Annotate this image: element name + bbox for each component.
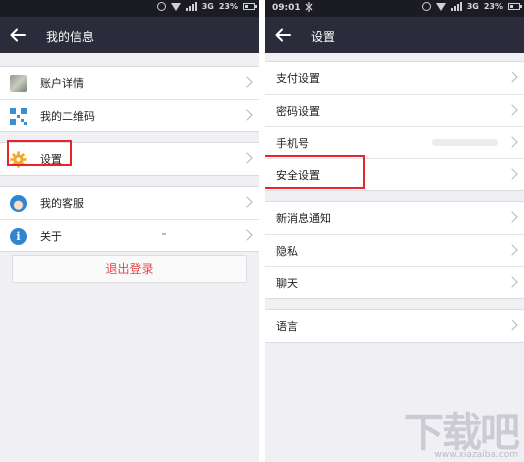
status-bar: 3G 23% bbox=[0, 0, 259, 17]
menu-item-about[interactable]: i 关于 bbox=[0, 219, 259, 251]
menu-item-label: 账户详情 bbox=[40, 77, 84, 90]
menu-item-account-details[interactable]: 账户详情 bbox=[0, 67, 259, 99]
chevron-right-icon bbox=[506, 276, 518, 288]
chevron-right-icon bbox=[506, 211, 518, 223]
chevron-right-icon bbox=[241, 229, 253, 241]
wifi-icon bbox=[435, 2, 446, 11]
menu-item-language[interactable]: 语言 bbox=[265, 310, 524, 342]
avatar-icon bbox=[10, 75, 27, 92]
menu-item-new-message-notification[interactable]: 新消息通知 bbox=[265, 202, 524, 234]
right-screen: 09:01 3G 23% 设置 支付设置 密码设置 手机号 安全设置 新消息通知… bbox=[265, 0, 524, 462]
chevron-right-icon bbox=[506, 104, 518, 116]
left-screen: 3G 23% 我的信息 账户详情 我的二维码 设置 我的客服 i 关于 退出登录 bbox=[0, 0, 259, 462]
language-group: 语言 bbox=[265, 309, 524, 343]
account-group: 账户详情 我的二维码 bbox=[0, 66, 259, 132]
chevron-right-icon bbox=[506, 319, 518, 331]
phone-number-value bbox=[432, 139, 498, 146]
menu-item-label: 语言 bbox=[276, 320, 298, 333]
back-arrow-icon[interactable] bbox=[275, 28, 291, 42]
battery-icon bbox=[243, 3, 257, 10]
menu-item-label: 新消息通知 bbox=[276, 212, 331, 225]
watermark: 下载吧 www.xiazaiba.com bbox=[358, 400, 520, 460]
menu-item-label: 密码设置 bbox=[276, 104, 320, 118]
battery-percent: 23% bbox=[483, 2, 503, 11]
alarm-icon bbox=[421, 2, 431, 11]
signal-icon bbox=[450, 2, 462, 11]
chevron-right-icon bbox=[506, 168, 518, 180]
menu-item-label: 我的客服 bbox=[40, 197, 84, 210]
menu-item-qr-code[interactable]: 我的二维码 bbox=[0, 99, 259, 131]
menu-item-password-settings[interactable]: 密码设置 bbox=[265, 94, 524, 126]
status-time: 09:01 bbox=[272, 3, 301, 13]
battery-percent: 23% bbox=[218, 2, 238, 11]
divider-mark bbox=[162, 233, 166, 235]
chevron-right-icon bbox=[506, 71, 518, 83]
highlight-box-settings bbox=[7, 140, 72, 166]
chevron-right-icon bbox=[241, 152, 253, 164]
status-bar: 09:01 3G 23% bbox=[265, 0, 524, 17]
menu-item-label: 聊天 bbox=[276, 276, 298, 290]
menu-item-label: 隐私 bbox=[276, 244, 298, 258]
signal-icon bbox=[185, 2, 197, 11]
page-title: 设置 bbox=[311, 30, 336, 44]
menu-item-customer-service[interactable]: 我的客服 bbox=[0, 187, 259, 219]
menu-item-phone-number[interactable]: 手机号 bbox=[265, 126, 524, 158]
battery-icon bbox=[508, 3, 522, 10]
menu-item-label: 我的二维码 bbox=[40, 109, 95, 123]
network-type: 3G bbox=[466, 2, 479, 11]
alarm-icon bbox=[156, 2, 166, 11]
nav-bar: 我的信息 bbox=[0, 17, 259, 53]
status-icons: 3G 23% bbox=[156, 2, 257, 11]
chevron-right-icon bbox=[241, 76, 253, 88]
menu-item-privacy[interactable]: 隐私 bbox=[265, 234, 524, 266]
network-type: 3G bbox=[201, 2, 214, 11]
notification-group: 新消息通知 隐私 聊天 bbox=[265, 201, 524, 299]
menu-item-label: 关于 bbox=[40, 229, 62, 243]
chevron-right-icon bbox=[241, 109, 253, 121]
watermark-url: www.xiazaiba.com bbox=[434, 450, 518, 460]
menu-item-chat[interactable]: 聊天 bbox=[265, 266, 524, 298]
nav-bar: 设置 bbox=[265, 17, 524, 53]
menu-item-label: 手机号 bbox=[276, 136, 309, 150]
usb-notification-icon bbox=[305, 2, 313, 12]
chevron-right-icon bbox=[506, 244, 518, 256]
page-title: 我的信息 bbox=[46, 30, 95, 44]
logout-button[interactable]: 退出登录 bbox=[12, 255, 247, 283]
qr-code-icon bbox=[10, 108, 27, 125]
chevron-right-icon bbox=[241, 196, 253, 208]
highlight-box-security-settings bbox=[265, 155, 365, 189]
back-arrow-icon[interactable] bbox=[10, 28, 26, 42]
wifi-icon bbox=[170, 2, 181, 11]
info-icon: i bbox=[10, 228, 27, 245]
support-group: 我的客服 i 关于 bbox=[0, 186, 259, 252]
chevron-right-icon bbox=[506, 136, 518, 148]
menu-item-label: 支付设置 bbox=[276, 72, 320, 85]
customer-service-icon bbox=[10, 195, 27, 212]
status-icons: 3G 23% bbox=[421, 2, 522, 11]
menu-item-payment-settings[interactable]: 支付设置 bbox=[265, 62, 524, 94]
